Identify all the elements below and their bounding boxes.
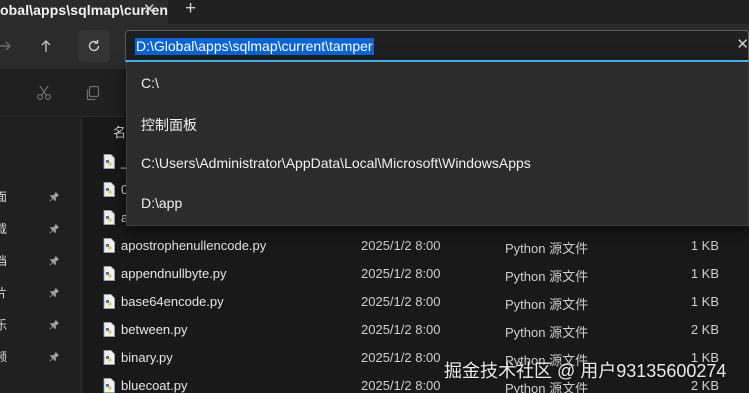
pin-icon: [49, 222, 60, 237]
python-file-icon: [103, 294, 115, 312]
copy-icon[interactable]: [85, 85, 101, 104]
title-bar: obal\apps\sqlmap\curren ✕ +: [0, 0, 749, 24]
file-type: Python 源文件: [505, 241, 589, 256]
cut-icon[interactable]: [36, 85, 52, 104]
pin-icon: [49, 350, 60, 365]
suggestion-text: D:\app: [141, 195, 183, 211]
toolbar-divider: [0, 85, 4, 101]
file-type: Python 源文件: [505, 297, 589, 312]
file-date: 2025/1/2 8:00: [361, 378, 441, 393]
file-date: 2025/1/2 8:00: [361, 238, 441, 253]
file-size: 2 KB: [690, 322, 719, 337]
quick-access-item[interactable]: 片: [0, 278, 82, 308]
quick-access-label: 面: [0, 190, 8, 204]
python-file-icon: [103, 350, 115, 368]
new-tab-icon[interactable]: +: [185, 0, 196, 20]
quick-access-item[interactable]: 载: [0, 214, 82, 244]
python-file-icon: [103, 266, 115, 284]
clear-address-icon[interactable]: ✕: [736, 35, 749, 53]
quick-access-label: 档: [0, 254, 8, 268]
address-bar-selected-text[interactable]: D:\Global\apps\sqlmap\current\tamper: [135, 38, 374, 55]
pin-icon: [49, 318, 60, 333]
suggestion-text: C:\Users\Administrator\AppData\Local\Mic…: [141, 155, 531, 171]
file-name: bluecoat.py: [121, 378, 188, 393]
suggestion-item[interactable]: C:\: [127, 64, 749, 104]
file-date: 2025/1/2 8:00: [361, 266, 441, 281]
command-toolbar: [0, 69, 125, 117]
forward-arrow-icon[interactable]: [0, 35, 16, 57]
file-date: 2025/1/2 8:00: [361, 350, 441, 365]
address-bar-input[interactable]: D:\Global\apps\sqlmap\current\tamper ✕: [125, 30, 749, 62]
pin-icon: [49, 254, 60, 269]
file-name: appendnullbyte.py: [121, 266, 227, 281]
file-type: Python 源文件: [505, 325, 589, 340]
python-file-icon: [103, 210, 115, 228]
file-name: apostrophenullencode.py: [121, 238, 267, 253]
file-row[interactable]: base64encode.py 2025/1/2 8:00 Python 源文件…: [83, 288, 749, 316]
up-arrow-icon[interactable]: [35, 35, 57, 57]
file-name: base64encode.py: [121, 294, 224, 309]
quick-access-item[interactable]: 频: [0, 342, 82, 372]
address-suggestions-dropdown: C:\ 控制面板 C:\Users\Administrator\AppData\…: [126, 62, 749, 226]
file-row[interactable]: apostrophenullencode.py 2025/1/2 8:00 Py…: [83, 232, 749, 260]
navigation-pane: 面 载 档 片 乐 频: [0, 118, 82, 393]
suggestion-item[interactable]: C:\Users\Administrator\AppData\Local\Mic…: [127, 144, 749, 184]
file-name: binary.py: [121, 350, 173, 365]
suggestion-item[interactable]: D:\app: [127, 184, 749, 224]
file-row[interactable]: appendnullbyte.py 2025/1/2 8:00 Python 源…: [83, 260, 749, 288]
file-size: 1 KB: [690, 238, 719, 253]
pin-icon: [49, 190, 60, 205]
file-size: 1 KB: [690, 294, 719, 309]
quick-access-label: 片: [0, 286, 8, 300]
tab-active[interactable]: obal\apps\sqlmap\curren ✕: [0, 0, 168, 24]
tab-close-icon[interactable]: ✕: [143, 0, 156, 18]
python-file-icon: [103, 322, 115, 340]
column-header-name[interactable]: 名: [113, 122, 126, 141]
refresh-icon: [88, 40, 100, 52]
quick-access-label: 乐: [0, 318, 8, 332]
suggestion-text: C:\: [141, 75, 159, 91]
python-file-icon: [103, 182, 115, 200]
file-type: Python 源文件: [505, 269, 589, 284]
watermark-text: 掘金技术社区 @ 用户93135600274: [444, 361, 727, 381]
quick-access-item[interactable]: 档: [0, 246, 82, 276]
file-date: 2025/1/2 8:00: [361, 294, 441, 309]
refresh-button[interactable]: [78, 30, 110, 62]
file-size: 1 KB: [690, 266, 719, 281]
file-name: between.py: [121, 322, 188, 337]
quick-access-item[interactable]: 面: [0, 182, 82, 212]
quick-access-label: 频: [0, 350, 8, 364]
file-row[interactable]: between.py 2025/1/2 8:00 Python 源文件 2 KB: [83, 316, 749, 344]
quick-access-item[interactable]: 乐: [0, 310, 82, 340]
quick-access-label: 载: [0, 222, 8, 236]
suggestion-item[interactable]: 控制面板: [127, 104, 749, 144]
file-date: 2025/1/2 8:00: [361, 322, 441, 337]
python-file-icon: [103, 378, 115, 393]
suggestion-text: 控制面板: [141, 117, 197, 133]
python-file-icon: [103, 238, 115, 256]
pin-icon: [49, 286, 60, 301]
python-file-icon: [103, 154, 115, 172]
